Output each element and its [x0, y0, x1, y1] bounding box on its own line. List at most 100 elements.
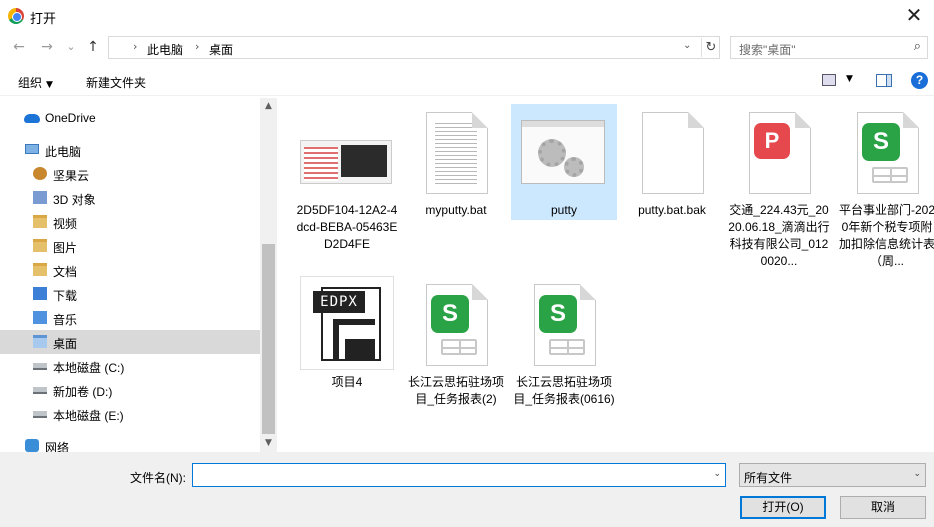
file-name: putty [550, 203, 577, 217]
recent-locations-button[interactable]: ⌄ [62, 38, 80, 56]
sidebar-item-label: 新加卷 (D:) [53, 385, 113, 399]
file-item[interactable]: putty [511, 104, 617, 220]
sidebar-item-label: 下载 [53, 289, 78, 303]
navigation-bar: ← → ⌄ ↑ › 此电脑 › 桌面 ⌄ ↻ 搜索"桌面" ⌕ [0, 32, 934, 62]
downloads-folder-icon [33, 287, 47, 300]
file-item[interactable]: 2D5DF104-12A2-4dcd-BEBA-05463ED2D4FE [294, 104, 400, 272]
title-bar: 打开 ✕ [0, 0, 934, 32]
sidebar-scrollbar[interactable]: ▲ ▼ [260, 98, 277, 452]
dialog-footer: 文件名(N): ⌄ 所有文件 ⌄ 打开(O) 取消 [0, 452, 934, 527]
sidebar-item-label: 此电脑 [45, 145, 82, 159]
pictures-folder-icon [33, 239, 47, 252]
blank-file-icon [632, 110, 712, 196]
sidebar-item-label: 桌面 [53, 337, 78, 351]
back-button[interactable]: ← [10, 38, 28, 56]
view-mode-icon[interactable] [822, 74, 836, 86]
chevron-down-icon[interactable]: ⌄ [913, 469, 921, 479]
sidebar-item-drive-d[interactable]: 新加卷 (D:) [0, 378, 260, 402]
scroll-up-icon[interactable]: ▲ [260, 98, 277, 115]
sidebar-item-label: 图片 [53, 241, 78, 255]
sidebar-item-label: 网络 [45, 441, 70, 452]
file-name: 交通_224.43元_2020.06.18_滴滴出行科技有限公司_0120020… [728, 203, 830, 268]
documents-folder-icon [33, 263, 47, 276]
scroll-down-icon[interactable]: ▼ [260, 435, 277, 452]
sidebar-item-pictures[interactable]: 图片 [0, 234, 260, 258]
scrollbar-thumb[interactable] [262, 244, 275, 434]
breadcrumb-separator: › [195, 40, 200, 53]
chevron-down-icon[interactable]: ⌄ [713, 469, 721, 479]
new-folder-button[interactable]: 新建文件夹 [86, 74, 146, 91]
breadcrumb-separator: › [133, 40, 138, 53]
chrome-icon [8, 8, 24, 24]
pdf-badge: P [754, 123, 790, 159]
breadcrumb-desktop[interactable]: 桌面 [209, 41, 233, 58]
sidebar-item-label: 文档 [53, 265, 78, 279]
search-icon[interactable]: ⌕ [914, 39, 921, 54]
refresh-icon[interactable]: ↻ [701, 38, 720, 57]
cancel-button[interactable]: 取消 [840, 496, 926, 519]
document-page: P [749, 112, 811, 194]
file-name: 长江云思拓驻场项目_任务报表(0616) [513, 375, 615, 406]
file-item[interactable]: putty.bat.bak [619, 104, 725, 272]
sidebar-item-drive-e[interactable]: 本地磁盘 (E:) [0, 402, 260, 426]
chevron-down-icon[interactable]: ⌄ [683, 40, 691, 51]
up-button[interactable]: ↑ [84, 38, 102, 56]
forward-button[interactable]: → [38, 38, 56, 56]
preview-dialog [341, 145, 387, 177]
search-placeholder: 搜索"桌面" [739, 43, 796, 57]
onedrive-icon [24, 114, 40, 123]
sidebar-item-3d-objects[interactable]: 3D 对象 [0, 186, 260, 210]
3d-objects-icon [33, 191, 47, 204]
computer-icon [25, 144, 39, 154]
sidebar-item-label: OneDrive [45, 111, 96, 125]
file-item[interactable]: S 长江云思拓驻场项目_任务报表(0616) [511, 276, 617, 444]
edpx-file-icon: EDPX [300, 276, 394, 370]
file-name: 长江云思拓驻场项目_任务报表(2) [407, 375, 504, 406]
window-title: 打开 [30, 11, 57, 26]
search-input[interactable]: 搜索"桌面" ⌕ [730, 36, 928, 59]
preview-pane-icon[interactable] [876, 74, 892, 87]
sidebar-item-documents[interactable]: 文档 [0, 258, 260, 282]
sidebar-item-this-pc[interactable]: 此电脑 [0, 138, 260, 162]
gear-icon [538, 139, 566, 167]
organize-button[interactable]: 组织 ▼ [18, 74, 53, 91]
sidebar-item-label: 本地磁盘 (E:) [53, 409, 124, 423]
sidebar-item-label: 坚果云 [53, 169, 90, 183]
document-page [642, 112, 704, 194]
sidebar-item-nutstore[interactable]: 坚果云 [0, 162, 260, 186]
file-item[interactable]: myputty.bat [403, 104, 509, 272]
file-item[interactable]: S 平台事业部门-2020年新个税专项附加扣除信息统计表（周... [834, 104, 934, 272]
screenshot-preview [300, 140, 392, 184]
sidebar-item-videos[interactable]: 视频 [0, 210, 260, 234]
edpx-label: EDPX [313, 291, 365, 313]
sidebar-item-label: 本地磁盘 (C:) [53, 361, 125, 375]
sidebar-item-onedrive[interactable]: OneDrive [0, 106, 260, 130]
breadcrumb-this-pc[interactable]: 此电脑 [147, 41, 183, 58]
file-item[interactable]: P 交通_224.43元_2020.06.18_滴滴出行科技有限公司_01200… [726, 104, 832, 272]
sidebar-item-desktop[interactable]: 桌面 [0, 330, 260, 354]
file-item[interactable]: S 长江云思拓驻场项目_任务报表(2) [403, 276, 509, 444]
videos-folder-icon [33, 215, 47, 228]
open-button[interactable]: 打开(O) [740, 496, 826, 519]
help-icon[interactable]: ? [911, 72, 928, 89]
wps-sheet-badge: S [862, 123, 900, 161]
file-item[interactable]: EDPX 项目4 [294, 276, 400, 444]
edpx-glyph [333, 319, 375, 325]
drive-icon [33, 411, 47, 418]
caret-down-icon[interactable]: ▼ [846, 74, 853, 84]
music-folder-icon [33, 311, 47, 324]
gear-icon [564, 157, 584, 177]
sidebar-item-downloads[interactable]: 下载 [0, 282, 260, 306]
sidebar-item-music[interactable]: 音乐 [0, 306, 260, 330]
sidebar-item-network[interactable]: 网络 [0, 434, 260, 452]
sidebar-item-drive-c[interactable]: 本地磁盘 (C:) [0, 354, 260, 378]
filename-input[interactable]: ⌄ [192, 463, 726, 487]
file-type-select[interactable]: 所有文件 ⌄ [739, 463, 926, 487]
spreadsheet-file-icon: S [416, 282, 496, 368]
file-name: 平台事业部门-2020年新个税专项附加扣除信息统计表（周... [838, 203, 934, 268]
wps-sheet-badge: S [539, 295, 577, 333]
address-bar[interactable]: › 此电脑 › 桌面 ⌄ ↻ [108, 36, 720, 59]
file-name: 2D5DF104-12A2-4dcd-BEBA-05463ED2D4FE [296, 203, 398, 251]
application-icon [521, 110, 605, 196]
close-button[interactable]: ✕ [902, 4, 926, 28]
